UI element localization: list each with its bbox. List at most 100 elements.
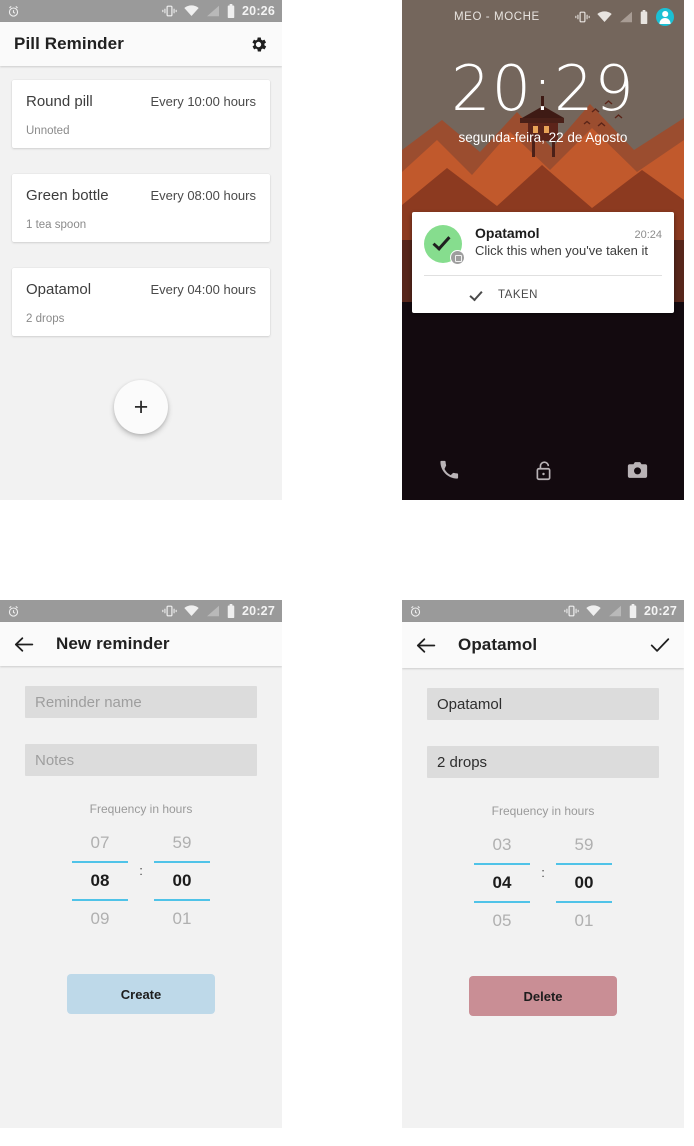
unlock-icon [534, 460, 553, 481]
notification-time: 20:24 [634, 229, 662, 241]
create-button[interactable]: Create [67, 974, 215, 1014]
hours-next-value: 09 [90, 909, 110, 928]
minutes-column[interactable]: 59 00 01 [151, 826, 213, 936]
frequency-picker[interactable]: 07 08 09 : 59 00 01 [25, 826, 257, 936]
minutes-selected-value: 00 [574, 873, 594, 892]
list-item[interactable]: Opatamol Every 04:00 hours 2 drops [12, 268, 270, 336]
picker-divider-top [474, 863, 530, 865]
phone-icon [439, 460, 459, 480]
notification-title: Opatamol [475, 225, 540, 241]
carrier-label: MEO - MOCHE [454, 11, 540, 23]
hours-column[interactable]: 07 08 09 [69, 826, 131, 936]
minutes-column[interactable]: 59 00 01 [553, 828, 615, 938]
screenshot-collage: 20:26 Pill Reminder Round pill Every 10:… [0, 0, 694, 1146]
reminder-form: Opatamol 2 drops Frequency in hours 03 0… [402, 668, 684, 1016]
vibrate-icon [564, 605, 579, 617]
hours-prev-value: 03 [492, 835, 512, 854]
vibrate-icon [575, 11, 590, 23]
new-reminder-screen: 20:27 New reminder Reminder name Notes F… [0, 600, 282, 1146]
status-bar-time: 20:27 [242, 604, 275, 618]
reminder-frequency: Every 04:00 hours [150, 282, 256, 297]
reminder-frequency: Every 08:00 hours [150, 188, 256, 203]
status-bar-time: 20:26 [242, 4, 275, 18]
app-bar: Opatamol [402, 622, 684, 668]
wifi-icon [184, 5, 199, 17]
lock-screen: MEO - MOCHE 20:29 segunda-feira, 22 de A… [402, 0, 684, 500]
signal-icon [619, 11, 633, 23]
pill-reminder-list-screen: 20:26 Pill Reminder Round pill Every 10:… [0, 0, 282, 500]
frequency-label: Frequency in hours [491, 804, 595, 818]
signal-icon [206, 5, 220, 17]
frequency-label: Frequency in hours [89, 802, 193, 816]
reminder-name: Opatamol [26, 281, 92, 298]
vibrate-icon [162, 605, 177, 617]
signal-icon [608, 605, 622, 617]
hours-selected-value: 08 [90, 871, 110, 890]
reminder-note: 2 drops [26, 313, 65, 325]
status-bar: 20:27 [0, 600, 282, 622]
check-circle-icon [424, 225, 465, 265]
edit-reminder-screen: 20:27 Opatamol Opatamol 2 drops Frequenc… [402, 600, 684, 1146]
picker-divider-bottom [154, 899, 210, 901]
minutes-selected-value: 00 [172, 871, 192, 890]
unlock-shortcut[interactable] [496, 460, 590, 481]
notification-action-label: TAKEN [498, 288, 538, 301]
minutes-next-value: 01 [574, 911, 594, 930]
picker-divider-top [556, 863, 612, 865]
phone-shortcut[interactable] [402, 460, 496, 480]
battery-icon [629, 604, 637, 618]
gear-icon[interactable] [249, 35, 268, 54]
reminder-name-input[interactable]: Reminder name [25, 686, 257, 718]
page-title: Pill Reminder [14, 34, 124, 53]
list-item[interactable]: Green bottle Every 08:00 hours 1 tea spo… [12, 174, 270, 242]
reminder-frequency: Every 10:00 hours [150, 94, 256, 109]
reminder-list: Round pill Every 10:00 hours Unnoted Gre… [0, 66, 282, 500]
notification-taken-action[interactable]: TAKEN [412, 276, 674, 313]
reminder-note: 1 tea spoon [26, 219, 87, 231]
panel-bottom-spacer [402, 1128, 684, 1146]
reminder-name-input[interactable]: Opatamol [427, 688, 659, 720]
camera-shortcut[interactable] [590, 461, 684, 479]
vibrate-icon [162, 5, 177, 17]
lock-shortcuts [402, 440, 684, 500]
app-bar: New reminder [0, 622, 282, 666]
picker-divider-top [154, 861, 210, 863]
status-bar: 20:27 [402, 600, 684, 622]
back-arrow-icon[interactable] [14, 636, 34, 653]
battery-icon [227, 4, 235, 18]
hours-prev-value: 07 [90, 833, 110, 852]
notification-body: Click this when you've taken it [475, 243, 649, 258]
hours-column[interactable]: 03 04 05 [471, 828, 533, 938]
wifi-icon [184, 605, 199, 617]
reminder-note: Unnoted [26, 125, 70, 137]
alarm-icon [409, 605, 422, 618]
back-arrow-icon[interactable] [416, 637, 436, 654]
hours-selected-value: 04 [492, 873, 512, 892]
app-bar: Pill Reminder [0, 22, 282, 66]
notes-input[interactable]: 2 drops [427, 746, 659, 778]
check-icon[interactable] [650, 636, 670, 654]
page-title: New reminder [56, 634, 170, 653]
user-avatar-icon[interactable] [656, 8, 674, 26]
status-bar: 20:26 [0, 0, 282, 22]
picker-divider-bottom [556, 901, 612, 903]
reminder-name: Green bottle [26, 187, 109, 204]
notes-input[interactable]: Notes [25, 744, 257, 776]
add-reminder-button[interactable]: + [114, 380, 168, 434]
picker-divider-bottom [72, 899, 128, 901]
notification-card[interactable]: Opatamol 20:24 Click this when you've ta… [412, 212, 674, 313]
wifi-icon [597, 11, 612, 23]
reminder-name: Round pill [26, 93, 93, 110]
hours-next-value: 05 [492, 911, 512, 930]
camera-icon [627, 461, 648, 479]
alarm-badge-icon [450, 250, 465, 265]
picker-divider-bottom [474, 901, 530, 903]
lock-date: segunda-feira, 22 de Agosto [458, 130, 628, 145]
frequency-picker[interactable]: 03 04 05 : 59 00 01 [427, 828, 659, 938]
minutes-prev-value: 59 [574, 835, 594, 854]
status-bar-time: 20:27 [644, 604, 677, 618]
delete-button[interactable]: Delete [469, 976, 617, 1016]
list-item[interactable]: Round pill Every 10:00 hours Unnoted [12, 80, 270, 148]
plus-icon: + [133, 392, 149, 421]
picker-separator: : [541, 865, 545, 880]
